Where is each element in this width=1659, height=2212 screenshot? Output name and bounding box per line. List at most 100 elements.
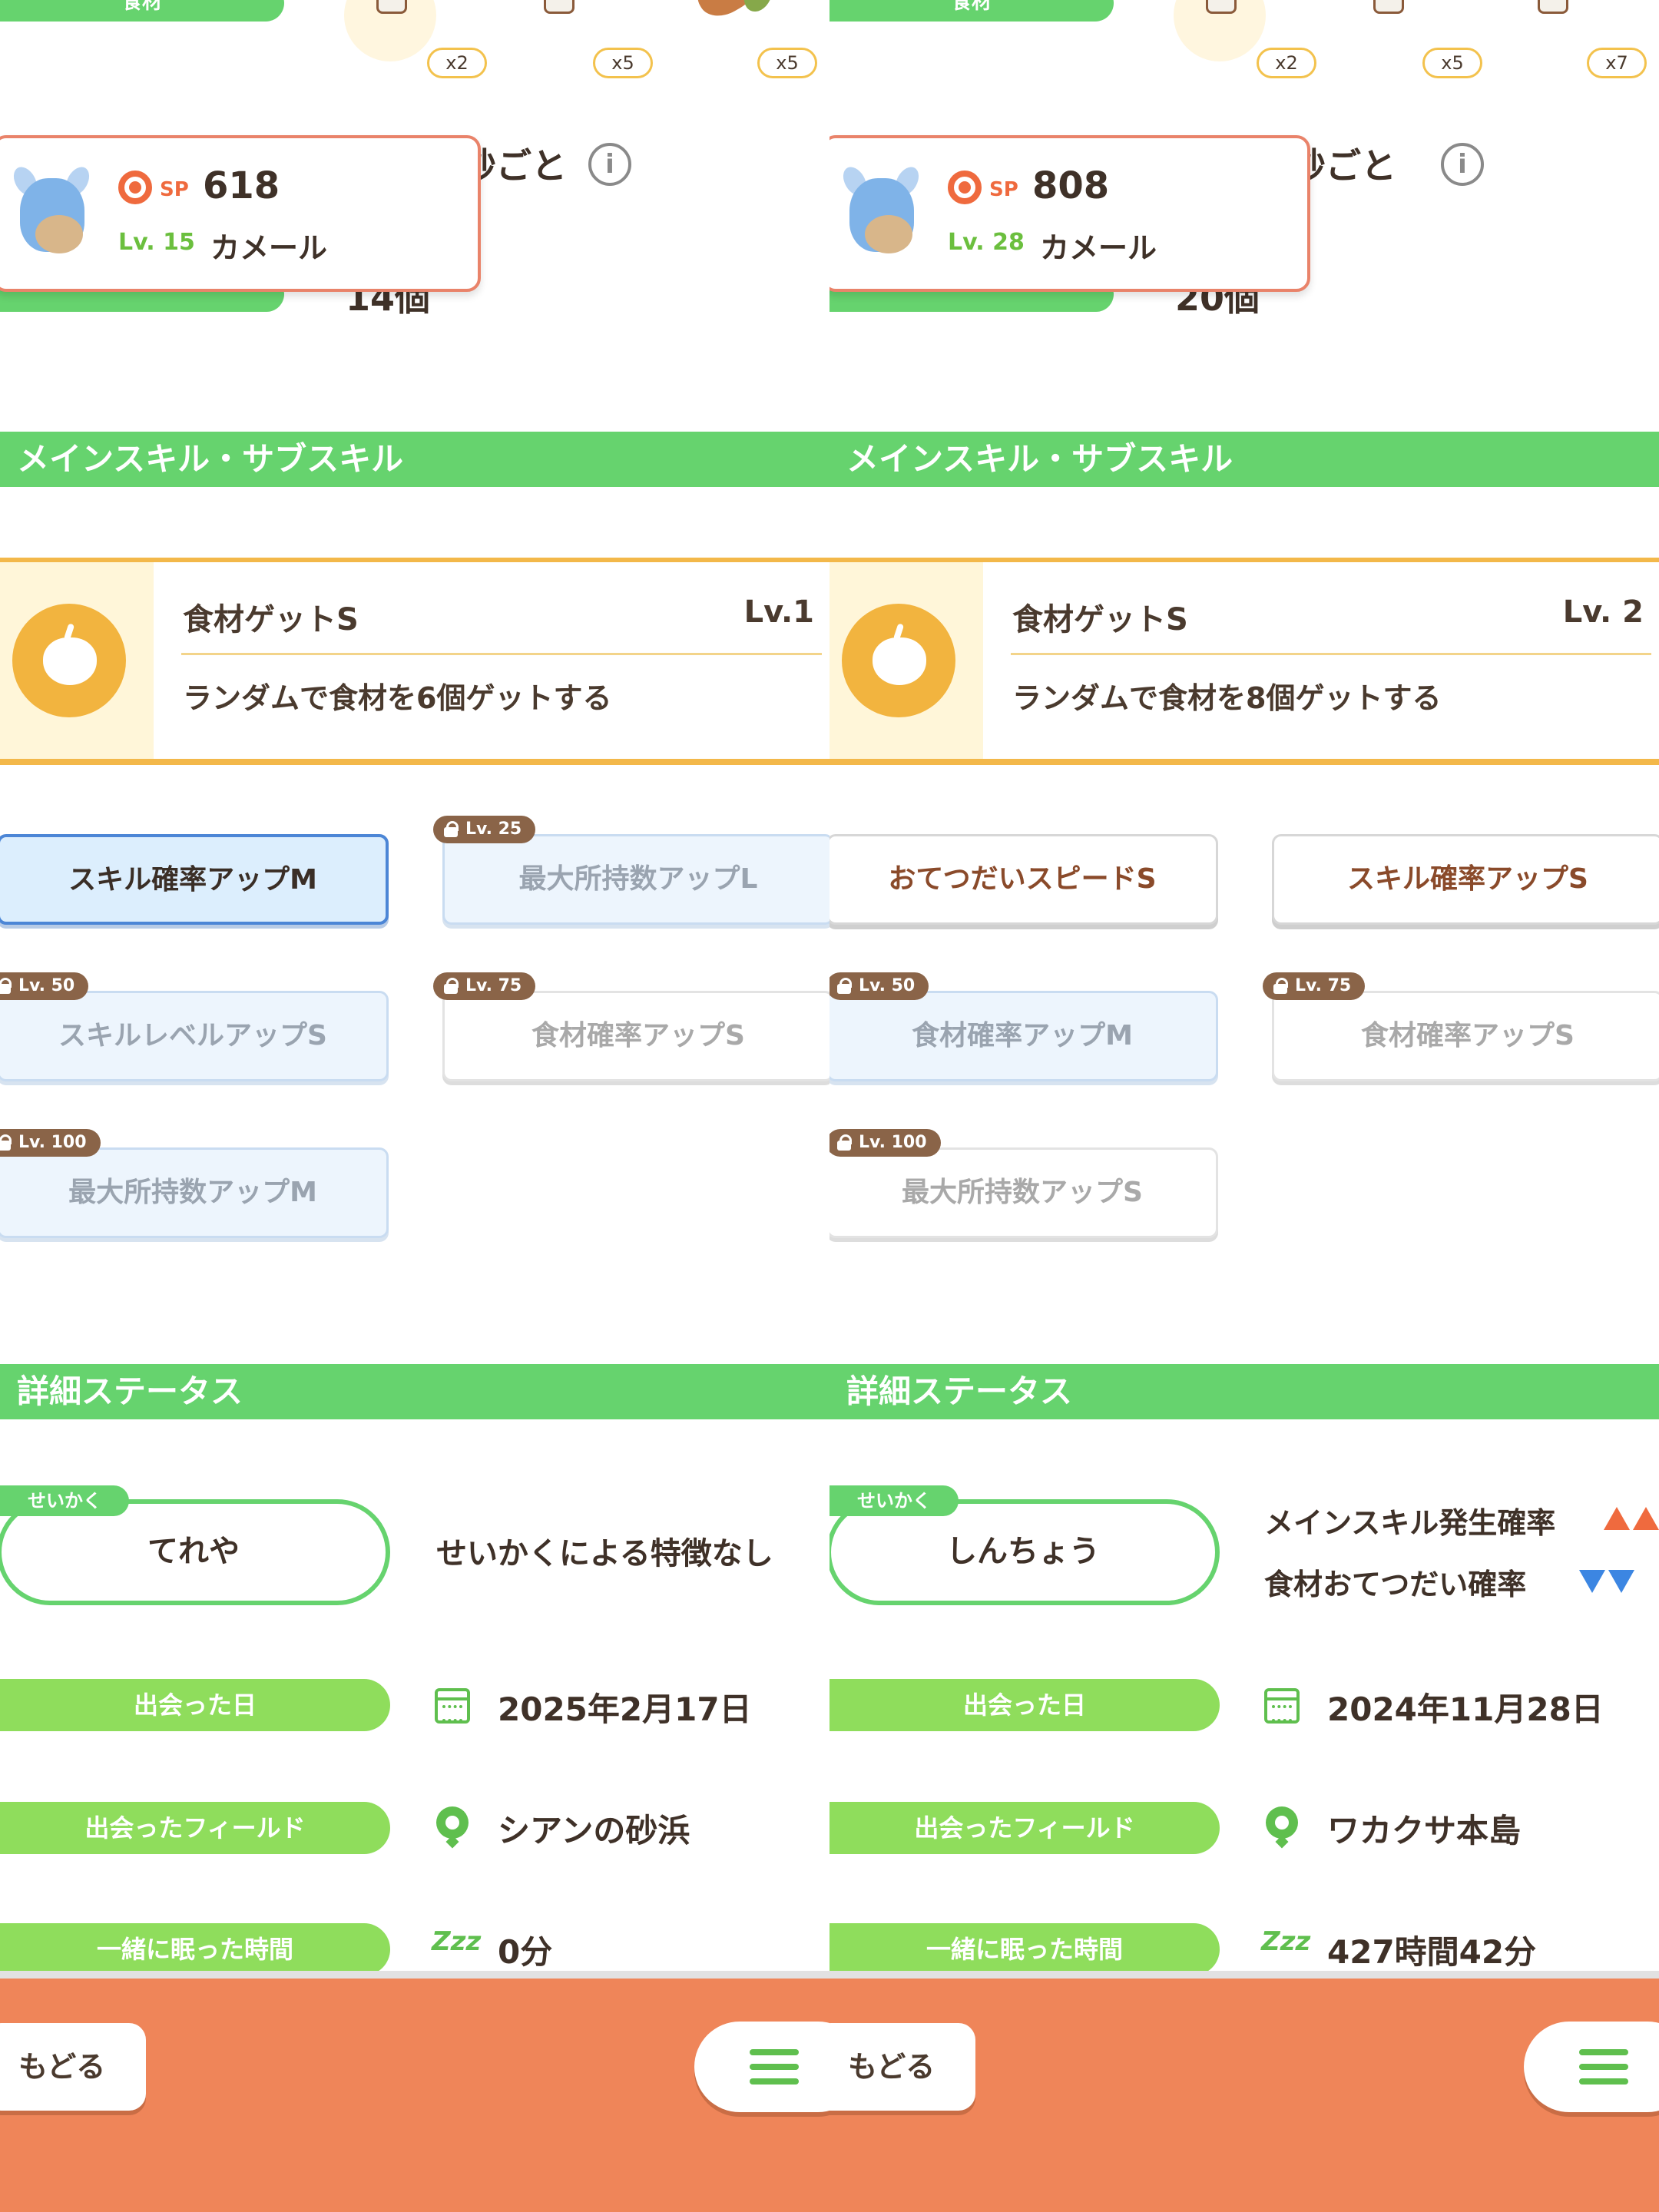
nature-up-effect: メインスキル発生確率	[1264, 1506, 1556, 1540]
section-header-skills: メインスキル・サブスキル	[0, 432, 830, 487]
lock-level-tag: Lv. 50	[0, 972, 89, 1000]
section-header-skills: メインスキル・サブスキル	[830, 432, 1659, 487]
lock-level-tag: Lv. 100	[0, 1129, 101, 1157]
main-skill-level: Lv. 2	[1562, 594, 1644, 630]
met-date-label: 出会った日	[0, 1679, 390, 1731]
ingredient-count: x5	[1422, 48, 1482, 78]
sub-skill-button[interactable]: 食材確率アップM	[830, 991, 1218, 1081]
info-icon[interactable]: i	[588, 143, 631, 186]
stat-up-triangle-icon	[1604, 1507, 1630, 1530]
lock-level-tag: Lv. 100	[830, 1129, 941, 1157]
milk-jar-icon	[376, 0, 407, 14]
slept-time-value: 427時間42分	[1327, 1933, 1537, 1971]
ingredient-item[interactable]	[1174, 0, 1266, 61]
sp-value: 808	[1032, 164, 1110, 207]
main-skill-level: Lv.1	[743, 594, 814, 630]
sub-skill-button[interactable]: スキル確率アップS	[1272, 834, 1659, 925]
met-date-label: 出会った日	[830, 1679, 1220, 1731]
sub-skill-button[interactable]: 最大所持数アップL	[442, 834, 830, 925]
calendar-icon	[435, 1688, 470, 1724]
met-field-value: シアンの砂浜	[498, 1812, 690, 1849]
left-panel: 食材 x2 x5 x5 秒ごと i 14個 SP 618 Lv. 15 カメール…	[0, 0, 830, 2212]
sub-skill-button[interactable]: 最大所持数アップS	[830, 1147, 1218, 1238]
apple-icon	[12, 604, 126, 717]
sp-label: SP	[989, 178, 1018, 201]
pokemon-level: Lv. 15	[118, 229, 195, 256]
nature-down-effect: 食材おてつだい確率	[1264, 1568, 1527, 1601]
pokemon-card-popup[interactable]: SP 808 Lv. 28 カメール	[830, 135, 1310, 292]
ingredient-count: x7	[1587, 48, 1647, 78]
lock-icon	[444, 821, 459, 837]
bottom-bar: もどる	[0, 1971, 830, 2212]
milk-jar-icon	[1538, 0, 1568, 14]
ingredient-count: x5	[593, 48, 653, 78]
met-date-value: 2024年11月28日	[1327, 1690, 1604, 1728]
lock-icon	[837, 1134, 853, 1151]
right-panel: 食材 x2 x5 x7 秒ごと i 20個 SP 808 Lv. 28 カメール…	[830, 0, 1659, 2212]
nature-tag: せいかく	[0, 1485, 129, 1516]
back-button[interactable]: もどる	[0, 2023, 146, 2111]
pokemon-level: Lv. 28	[948, 229, 1025, 256]
milk-jar-icon	[1206, 0, 1237, 14]
pokemon-name: カメール	[210, 231, 328, 265]
apple-icon	[842, 604, 955, 717]
lock-level-tag: Lv. 75	[1263, 972, 1366, 1000]
ingredient-item[interactable]	[512, 0, 604, 61]
pokeball-icon	[118, 171, 152, 204]
main-skill-panel[interactable]: 食材ゲットS Lv.1 ランダムで食材を6個ゲットする	[0, 558, 830, 765]
section-header-details: 詳細ステータス	[830, 1364, 1659, 1419]
main-skill-name: 食材ゲットS	[183, 602, 359, 637]
lock-level-tag: Lv. 25	[433, 816, 536, 843]
hamburger-menu-icon	[1579, 2049, 1628, 2085]
met-date-value: 2025年2月17日	[498, 1690, 752, 1728]
menu-button[interactable]	[694, 2022, 830, 2112]
ingredients-tag: 食材	[0, 0, 284, 22]
ingredient-item[interactable]	[1341, 0, 1433, 61]
nature-tag: せいかく	[830, 1485, 959, 1516]
lock-icon	[0, 1134, 12, 1151]
ingredient-item[interactable]	[1505, 0, 1598, 61]
lock-icon	[1273, 978, 1289, 994]
ingredient-count: x5	[757, 48, 817, 78]
sub-skill-button[interactable]: 食材確率アップS	[442, 991, 830, 1081]
sleep-zzz-icon: Zzz	[1261, 1926, 1311, 1957]
ingredient-item[interactable]	[676, 0, 778, 61]
stat-down-triangle-icon	[1579, 1570, 1605, 1593]
met-field-label: 出会ったフィールド	[0, 1802, 390, 1854]
lock-icon	[837, 978, 853, 994]
met-field-value: ワカクサ本島	[1327, 1812, 1522, 1849]
ingredient-count: x2	[427, 48, 487, 78]
sub-skill-button[interactable]: おてつだいスピードS	[830, 834, 1218, 925]
lock-level-tag: Lv. 75	[433, 972, 536, 1000]
slept-time-label: 一緒に眠った時間	[0, 1923, 390, 1975]
slept-time-value: 0分	[498, 1933, 553, 1971]
location-pin-icon	[1266, 1806, 1298, 1839]
milk-jar-icon	[544, 0, 575, 14]
pokemon-name: カメール	[1040, 231, 1157, 265]
met-field-label: 出会ったフィールド	[830, 1802, 1220, 1854]
main-skill-description: ランダムで食材を8個ゲットする	[1012, 681, 1442, 715]
section-header-details: 詳細ステータス	[0, 1364, 830, 1419]
sub-skill-button[interactable]: スキル確率アップM	[0, 834, 389, 925]
stat-down-triangle-icon	[1608, 1570, 1634, 1593]
location-pin-icon	[436, 1806, 469, 1839]
sub-skill-button[interactable]: 食材確率アップS	[1272, 991, 1659, 1081]
sub-skill-button[interactable]: 最大所持数アップM	[0, 1147, 389, 1238]
main-skill-panel[interactable]: 食材ゲットS Lv. 2 ランダムで食材を8個ゲットする	[830, 558, 1659, 765]
main-skill-description: ランダムで食材を6個ゲットする	[183, 681, 612, 715]
ingredient-item[interactable]	[344, 0, 436, 61]
slept-time-label: 一緒に眠った時間	[830, 1923, 1220, 1975]
sp-label: SP	[160, 178, 189, 201]
milk-jar-icon	[1373, 0, 1404, 14]
lock-icon	[444, 978, 459, 994]
info-icon[interactable]: i	[1441, 143, 1484, 186]
stat-up-triangle-icon	[1633, 1507, 1659, 1530]
hamburger-menu-icon	[750, 2049, 799, 2085]
pokeball-icon	[948, 171, 982, 204]
wartortle-sprite	[834, 161, 934, 269]
pokemon-card-popup[interactable]: SP 618 Lv. 15 カメール	[0, 135, 481, 292]
menu-button[interactable]	[1524, 2022, 1659, 2112]
main-skill-name: 食材ゲットS	[1012, 602, 1188, 637]
sub-skill-button[interactable]: スキルレベルアップS	[0, 991, 389, 1081]
back-button[interactable]: もどる	[830, 2023, 975, 2111]
